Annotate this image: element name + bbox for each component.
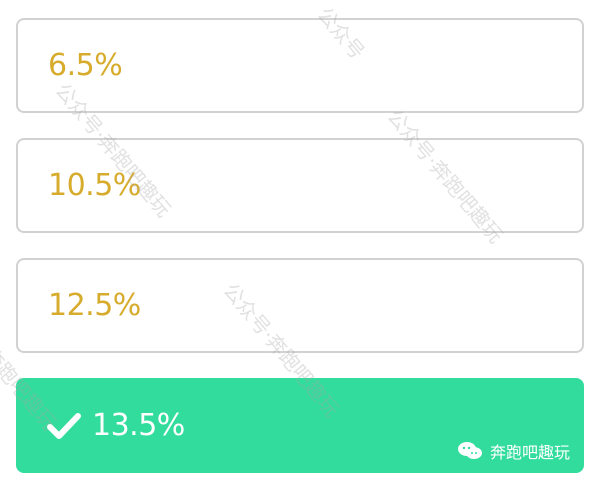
answer-option-13-5-selected[interactable]: 13.5% 奔跑吧趣玩 [16, 378, 584, 473]
source-badge-text: 奔跑吧趣玩 [489, 443, 570, 462]
answer-option-label: 13.5% [92, 408, 185, 443]
answer-option-6-5[interactable]: 6.5% [16, 18, 584, 113]
wechat-icon [456, 440, 484, 462]
answer-options: 6.5% 10.5% 12.5% 13.5% 奔跑吧趣玩 [16, 18, 584, 498]
answer-option-label: 6.5% [48, 48, 123, 83]
answer-option-label: 12.5% [48, 288, 141, 323]
source-badge: 奔跑吧趣玩 [456, 439, 570, 463]
answer-option-12-5[interactable]: 12.5% [16, 258, 584, 353]
answer-option-10-5[interactable]: 10.5% [16, 138, 584, 233]
answer-option-label: 10.5% [48, 168, 141, 203]
check-icon [46, 411, 82, 441]
